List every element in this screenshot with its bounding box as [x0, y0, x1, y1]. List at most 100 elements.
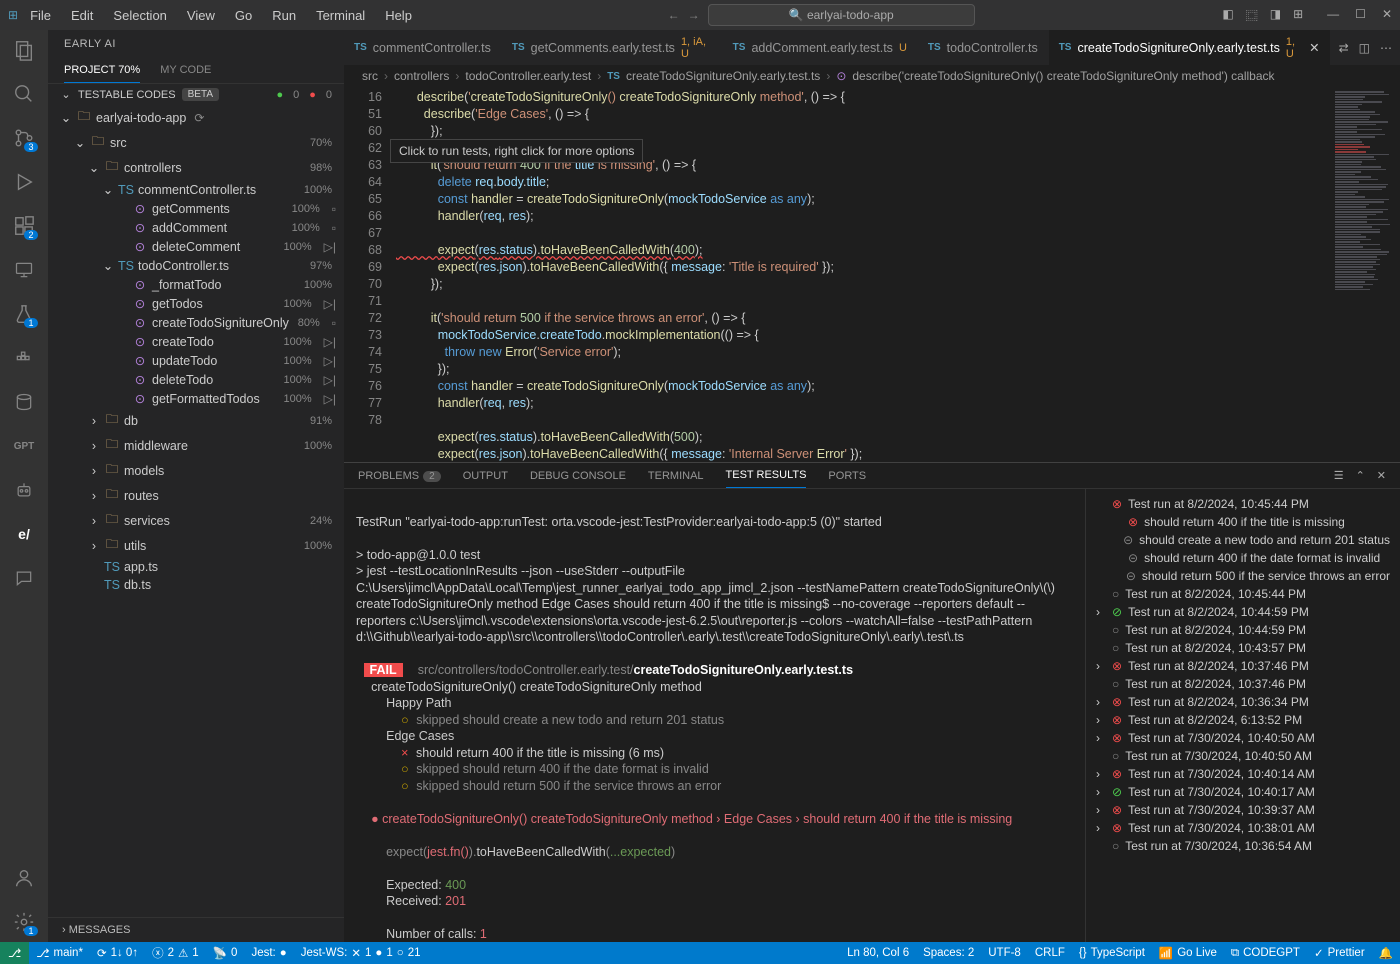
account-icon[interactable]: [12, 866, 36, 890]
test-output[interactable]: TestRun "earlyai-todo-app:runTest: orta.…: [344, 489, 1085, 942]
search-icon[interactable]: [12, 82, 36, 106]
menu-selection[interactable]: Selection: [105, 4, 174, 27]
menu-view[interactable]: View: [179, 4, 223, 27]
errors-count[interactable]: ⓧ 2 ⚠ 1: [145, 945, 206, 961]
test-result-row[interactable]: ○Test run at 8/2/2024, 10:37:46 PM: [1096, 675, 1390, 693]
tree-item[interactable]: ⊙getTodos100%▷|: [48, 294, 344, 313]
robot-icon[interactable]: [12, 478, 36, 502]
test-result-row[interactable]: ›⊘Test run at 8/2/2024, 10:44:59 PM: [1096, 603, 1390, 621]
menu-go[interactable]: Go: [227, 4, 260, 27]
tab-output[interactable]: OUTPUT: [463, 464, 508, 488]
tree-item[interactable]: ⊙createTodo100%▷|: [48, 332, 344, 351]
tree-item[interactable]: ⊙getFormattedTodos100%▷|: [48, 389, 344, 408]
gpt-icon[interactable]: GPT: [12, 434, 36, 458]
early-ai-icon[interactable]: e/: [12, 522, 36, 546]
editor-tab[interactable]: TSgetComments.early.test.ts1, iA, U: [502, 30, 723, 65]
tree-item[interactable]: ⊙_formatTodo100%: [48, 275, 344, 294]
editor-tab[interactable]: TScreateTodoSignitureOnly.early.test.ts1…: [1049, 30, 1331, 65]
test-result-row[interactable]: ›⊗Test run at 7/30/2024, 10:38:01 AM: [1096, 819, 1390, 837]
editor-tab[interactable]: TStodoController.ts: [918, 30, 1049, 65]
split-icon[interactable]: ◫: [1359, 41, 1370, 55]
ports[interactable]: 📡 0: [206, 946, 245, 960]
git-branch[interactable]: ⎇ main*: [29, 946, 90, 960]
tab-debug-console[interactable]: DEBUG CONSOLE: [530, 464, 626, 488]
close-window-icon[interactable]: ✕: [1382, 7, 1392, 24]
tab-mycode[interactable]: MY CODE: [160, 58, 211, 83]
tree-item[interactable]: ⌄🗀earlyai-todo-app⟳: [48, 105, 344, 130]
tree-item[interactable]: ›🗀middleware100%: [48, 433, 344, 458]
tree-item[interactable]: ⊙updateTodo100%▷|: [48, 351, 344, 370]
jest-ws-status[interactable]: Jest-WS: ✕ 1 ● 1 ○ 21: [294, 946, 428, 960]
encoding[interactable]: UTF-8: [981, 946, 1028, 960]
source-control-icon[interactable]: 3: [12, 126, 36, 150]
messages-section[interactable]: › MESSAGES: [48, 917, 344, 942]
command-center[interactable]: 🔍 earlyai-todo-app: [708, 4, 975, 26]
layout-customize-icon[interactable]: ⊞: [1293, 7, 1303, 24]
editor-tab[interactable]: TSaddComment.early.test.tsU: [723, 30, 918, 65]
database-icon[interactable]: [12, 390, 36, 414]
tree-item[interactable]: ›🗀services24%: [48, 508, 344, 533]
test-result-row[interactable]: ›⊗Test run at 7/30/2024, 10:40:14 AM: [1096, 765, 1390, 783]
compare-icon[interactable]: ⇄: [1339, 41, 1349, 55]
cursor-position[interactable]: Ln 80, Col 6: [840, 946, 916, 960]
tree-item[interactable]: ›🗀db91%: [48, 408, 344, 433]
test-result-row[interactable]: ○Test run at 8/2/2024, 10:43:57 PM: [1096, 639, 1390, 657]
test-result-row[interactable]: ○Test run at 8/2/2024, 10:45:44 PM: [1096, 585, 1390, 603]
tab-test-results[interactable]: TEST RESULTS: [726, 463, 807, 488]
nav-forward-icon[interactable]: →: [688, 8, 700, 22]
tab-problems[interactable]: PROBLEMS2: [358, 464, 441, 488]
explorer-icon[interactable]: [12, 38, 36, 62]
tree-item[interactable]: ›🗀routes: [48, 483, 344, 508]
menu-edit[interactable]: Edit: [63, 4, 101, 27]
git-sync[interactable]: ⟳ 1↓ 0↑: [90, 946, 145, 960]
test-result-row[interactable]: ›⊗Test run at 8/2/2024, 6:13:52 PM: [1096, 711, 1390, 729]
more-icon[interactable]: ⋯: [1380, 41, 1392, 55]
remote-indicator[interactable]: ⎇: [0, 942, 29, 964]
panel-close-icon[interactable]: ✕: [1377, 469, 1386, 482]
tree-item[interactable]: ⊙deleteTodo100%▷|: [48, 370, 344, 389]
minimize-icon[interactable]: ―: [1327, 7, 1339, 24]
test-result-row[interactable]: ○Test run at 7/30/2024, 10:36:54 AM: [1096, 837, 1390, 855]
prettier[interactable]: ✓ Prettier: [1307, 946, 1372, 960]
menu-file[interactable]: File: [22, 4, 59, 27]
tab-ports[interactable]: PORTS: [828, 464, 866, 488]
remote-explorer-icon[interactable]: [12, 258, 36, 282]
run-debug-icon[interactable]: [12, 170, 36, 194]
tab-terminal[interactable]: TERMINAL: [648, 464, 704, 488]
tab-project[interactable]: PROJECT 70%: [64, 58, 140, 83]
layout-toggle-icon[interactable]: ◧: [1222, 7, 1233, 24]
tree-item[interactable]: TSapp.ts: [48, 558, 344, 576]
eol[interactable]: CRLF: [1028, 946, 1072, 960]
tree-item[interactable]: ⊙addComment100%▫: [48, 218, 344, 237]
tree-item[interactable]: ⌄🗀src70%: [48, 130, 344, 155]
tree-item[interactable]: TSdb.ts: [48, 576, 344, 594]
test-result-row[interactable]: ›⊗Test run at 7/30/2024, 10:39:37 AM: [1096, 801, 1390, 819]
testing-icon[interactable]: 1: [12, 302, 36, 326]
tree-item[interactable]: ›🗀models: [48, 458, 344, 483]
panel-list-icon[interactable]: ☰: [1334, 469, 1344, 482]
menu-help[interactable]: Help: [377, 4, 420, 27]
tree-item[interactable]: ⊙deleteComment100%▷|: [48, 237, 344, 256]
test-result-row[interactable]: ›⊗Test run at 8/2/2024, 10:37:46 PM: [1096, 657, 1390, 675]
menu-terminal[interactable]: Terminal: [308, 4, 373, 27]
settings-gear-icon[interactable]: 1: [12, 910, 36, 934]
extensions-icon[interactable]: 2: [12, 214, 36, 238]
tree-item[interactable]: ⌄🗀controllers98%: [48, 155, 344, 180]
notifications-icon[interactable]: 🔔: [1372, 946, 1400, 960]
tree-item[interactable]: ⌄TStodoController.ts97%: [48, 256, 344, 275]
docker-icon[interactable]: [12, 346, 36, 370]
menu-run[interactable]: Run: [264, 4, 304, 27]
layout-panel-icon[interactable]: ⿴: [1246, 7, 1258, 24]
chat-icon[interactable]: [12, 566, 36, 590]
chevron-down-icon[interactable]: ⌄: [60, 88, 72, 101]
indent[interactable]: Spaces: 2: [916, 946, 981, 960]
panel-maximize-icon[interactable]: ⌃: [1356, 469, 1365, 482]
test-result-row[interactable]: ⊝should create a new todo and return 201…: [1096, 531, 1390, 549]
test-result-row[interactable]: ○Test run at 8/2/2024, 10:44:59 PM: [1096, 621, 1390, 639]
test-result-row[interactable]: ○Test run at 7/30/2024, 10:40:50 AM: [1096, 747, 1390, 765]
go-live[interactable]: 📶 Go Live: [1152, 946, 1224, 960]
maximize-icon[interactable]: ☐: [1355, 7, 1366, 24]
codegpt[interactable]: ⧉ CODEGPT: [1224, 946, 1307, 960]
tree-item[interactable]: ⌄TScommentController.ts100%: [48, 180, 344, 199]
test-result-row[interactable]: ›⊘Test run at 7/30/2024, 10:40:17 AM: [1096, 783, 1390, 801]
